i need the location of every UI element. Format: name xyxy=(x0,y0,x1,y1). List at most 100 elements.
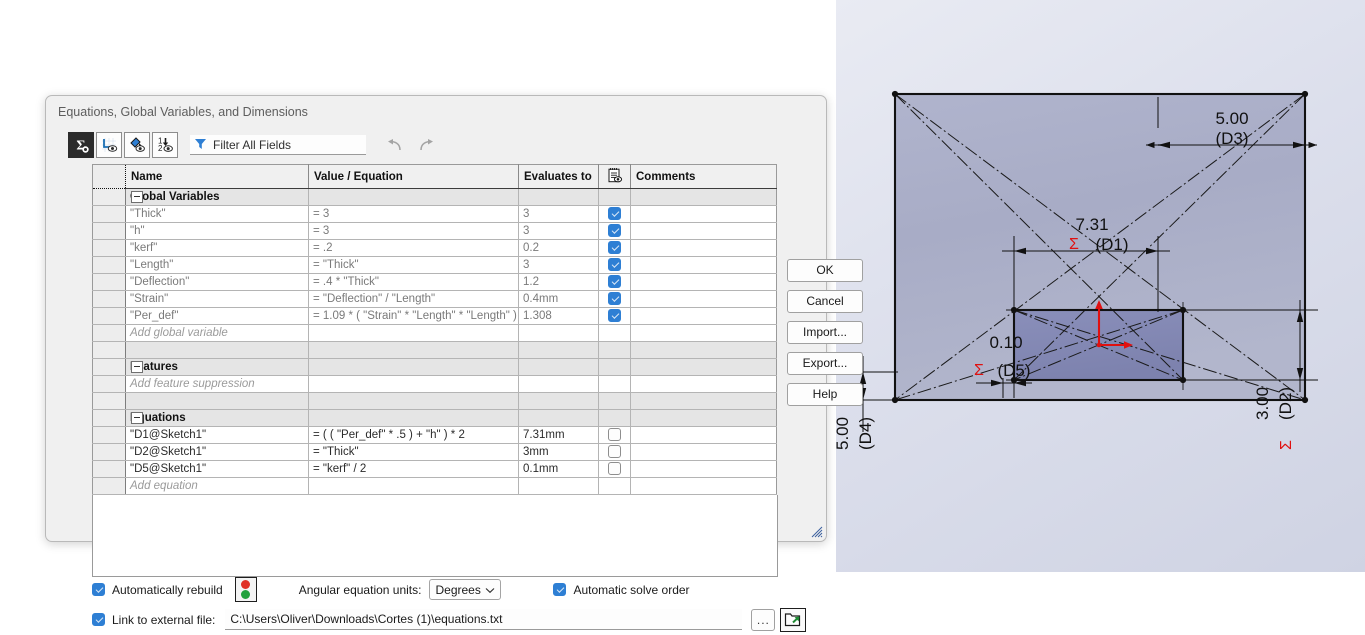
table-empty-area[interactable] xyxy=(92,495,778,577)
row-gutter[interactable] xyxy=(92,290,126,308)
add-row-label[interactable]: Add equation xyxy=(125,477,309,495)
row-name[interactable]: "D5@Sketch1" xyxy=(125,460,309,478)
dialog-resize-grip[interactable] xyxy=(809,524,823,538)
table-row[interactable]: "Length" = "Thick" 3 xyxy=(92,256,777,274)
add-row-comment[interactable] xyxy=(630,477,777,495)
automatically-rebuild-checkbox[interactable] xyxy=(92,583,105,596)
row-gutter[interactable] xyxy=(92,222,126,240)
export-button[interactable]: Export... xyxy=(787,352,863,375)
row-value-equation[interactable]: = ( ( "Per_def" * .5 ) + "h" ) * 2 xyxy=(308,426,519,444)
row-name[interactable]: "D1@Sketch1" xyxy=(125,426,309,444)
undo-icon[interactable] xyxy=(384,134,406,156)
row-name[interactable]: "h" xyxy=(125,222,309,240)
section-header-features[interactable]: Features xyxy=(92,358,777,376)
row-name[interactable]: "Per_def" xyxy=(125,307,309,325)
row-comment[interactable] xyxy=(630,222,777,240)
add-row-equations[interactable]: Add equation xyxy=(92,477,777,495)
row-gutter[interactable] xyxy=(92,341,126,359)
section-header-global-variables[interactable]: Global Variables xyxy=(92,188,777,206)
import-button[interactable]: Import... xyxy=(787,321,863,344)
section-header-equations[interactable]: Equations xyxy=(92,409,777,427)
feature-visibility-icon[interactable] xyxy=(124,132,150,158)
row-name[interactable]: "Length" xyxy=(125,256,309,274)
row-gutter[interactable] xyxy=(92,426,126,444)
row-comment[interactable] xyxy=(630,290,777,308)
numeric-visibility-icon[interactable]: 1 2 xyxy=(152,132,178,158)
add-row-value[interactable] xyxy=(308,477,519,495)
sigma-equations-icon[interactable]: Σ xyxy=(68,132,94,158)
header-name[interactable]: Name xyxy=(125,164,309,189)
row-name[interactable]: "D2@Sketch1" xyxy=(125,443,309,461)
add-row-global-variables[interactable]: Add global variable xyxy=(92,324,777,342)
collapse-expander-icon[interactable] xyxy=(131,191,143,203)
row-comment[interactable] xyxy=(630,256,777,274)
equations-table-container[interactable]: Name Value / Equation Evaluates to Comme… xyxy=(92,164,778,577)
add-row-value[interactable] xyxy=(308,375,519,393)
row-comment[interactable] xyxy=(630,239,777,257)
row-checkbox[interactable] xyxy=(608,223,621,237)
row-value-equation[interactable]: = 3 xyxy=(308,222,519,240)
row-comment[interactable] xyxy=(630,307,777,325)
add-row-label[interactable]: Add global variable xyxy=(125,324,309,342)
row-value-equation[interactable]: = "Thick" xyxy=(308,443,519,461)
row-gutter[interactable] xyxy=(92,460,126,478)
open-file-icon[interactable] xyxy=(780,607,807,632)
external-file-path-input[interactable]: C:\Users\Oliver\Downloads\Cortes (1)\equ… xyxy=(225,609,743,630)
row-checkbox[interactable] xyxy=(608,274,621,288)
table-row[interactable]: "h" = 33 xyxy=(92,222,777,240)
row-checkbox[interactable] xyxy=(608,240,621,254)
row-name[interactable]: "Deflection" xyxy=(125,273,309,291)
header-value-equation[interactable]: Value / Equation xyxy=(308,164,519,189)
add-row-label[interactable]: Add feature suppression xyxy=(125,375,309,393)
ok-button[interactable]: OK xyxy=(787,259,863,282)
add-row-value[interactable] xyxy=(308,324,519,342)
header-evaluates-to[interactable]: Evaluates to xyxy=(518,164,599,189)
dimension-d3-value[interactable]: 5.00 xyxy=(1215,109,1248,128)
row-value-equation[interactable]: = "kerf" / 2 xyxy=(308,460,519,478)
row-checkbox[interactable] xyxy=(608,427,621,441)
rebuild-status-icon[interactable] xyxy=(234,577,257,602)
row-value-equation[interactable]: = 1.09 * ( "Strain" * "Length" * "Length… xyxy=(308,307,519,325)
redo-icon[interactable] xyxy=(414,134,436,156)
table-row[interactable]: "Strain" = "Deflection" / "Length" 0.4mm xyxy=(92,290,777,308)
row-value-equation[interactable]: = .2 xyxy=(308,239,519,257)
link-external-file-checkbox[interactable] xyxy=(92,613,105,626)
filter-input[interactable]: Filter All Fields xyxy=(190,135,366,155)
table-row[interactable]: "D1@Sketch1" = ( ( "Per_def" * .5 ) + "h"… xyxy=(92,426,777,444)
row-comment[interactable] xyxy=(630,443,777,461)
table-row[interactable]: "Thick" = 33 xyxy=(92,205,777,223)
dimension-d2-value[interactable]: 3.00 xyxy=(1253,387,1272,420)
sketch-visibility-icon[interactable] xyxy=(96,132,122,158)
row-gutter[interactable] xyxy=(92,273,126,291)
automatic-solve-order-checkbox[interactable] xyxy=(553,583,567,596)
row-comment[interactable] xyxy=(630,426,777,444)
row-gutter[interactable] xyxy=(92,205,126,223)
dimension-d5-value[interactable]: 0.10 xyxy=(989,333,1022,352)
row-checkbox[interactable] xyxy=(608,444,621,458)
row-gutter[interactable] xyxy=(92,443,126,461)
row-checkbox[interactable] xyxy=(608,291,621,305)
table-row[interactable]: "Per_def" = 1.09 * ( "Strain" * "Length" … xyxy=(92,307,777,325)
cancel-button[interactable]: Cancel xyxy=(787,290,863,313)
cad-viewport[interactable]: 5.00 (D3) 7.31 Σ (D1) 0.10 Σ (D5) 5.00 (… xyxy=(836,0,1365,572)
row-gutter[interactable] xyxy=(92,409,126,427)
row-gutter[interactable] xyxy=(92,358,126,376)
browse-file-button[interactable]: ... xyxy=(751,608,776,631)
row-value-equation[interactable]: = "Deflection" / "Length" xyxy=(308,290,519,308)
row-checkbox[interactable] xyxy=(608,308,621,322)
help-button[interactable]: Help xyxy=(787,383,863,406)
row-checkbox[interactable] xyxy=(608,461,621,475)
row-gutter[interactable] xyxy=(92,477,126,495)
row-checkbox[interactable] xyxy=(608,206,621,220)
add-row-features[interactable]: Add feature suppression xyxy=(92,375,777,393)
collapse-expander-icon[interactable] xyxy=(131,361,143,373)
row-gutter[interactable] xyxy=(92,375,126,393)
row-comment[interactable] xyxy=(630,273,777,291)
row-gutter[interactable] xyxy=(92,324,126,342)
row-name[interactable]: "kerf" xyxy=(125,239,309,257)
angular-units-select[interactable]: Degrees xyxy=(429,579,502,600)
row-comment[interactable] xyxy=(630,460,777,478)
header-notes-icon[interactable] xyxy=(598,164,631,189)
row-gutter[interactable] xyxy=(92,256,126,274)
row-gutter[interactable] xyxy=(92,188,126,206)
